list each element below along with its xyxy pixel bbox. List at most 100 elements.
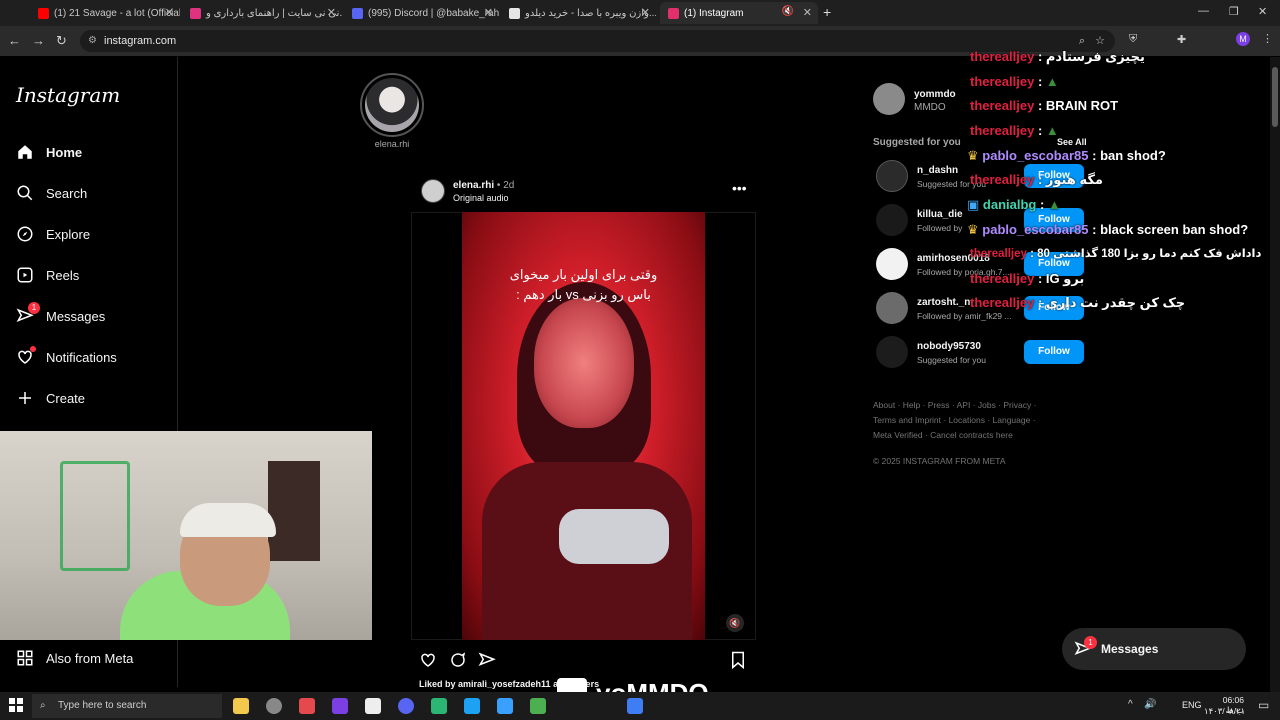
my-username[interactable]: yommdo [914,89,956,100]
nav-explore[interactable]: Explore [16,225,90,243]
post-username[interactable]: elena.rhi • 2d [453,180,514,191]
url-input[interactable]: ⚙ instagram.com ⌕ ☆ [80,30,1115,52]
suggestion-avatar[interactable] [876,204,908,236]
messages-pill[interactable]: 1 Messages [1062,628,1246,670]
app-icon[interactable] [464,698,480,714]
suggestion-username[interactable]: zartosht._n [917,297,970,308]
post-username-text: elena.rhi [453,180,495,191]
extensions-puzzle-icon[interactable]: ✚ [1177,33,1186,46]
post-author-avatar[interactable] [421,179,445,203]
nav-notifications[interactable]: Notifications [16,346,117,366]
share-icon[interactable] [478,651,496,674]
extension-icon[interactable]: ⛨ [1129,33,1137,46]
my-avatar[interactable] [873,83,905,115]
notepad-icon[interactable] [365,698,381,714]
story-avatar[interactable] [360,73,424,137]
nav-search[interactable]: Search [16,184,87,202]
close-icon[interactable]: ✕ [641,6,650,19]
nav-also-from-meta[interactable]: Also from Meta [16,649,133,667]
volume-icon[interactable]: 🔊 [1144,699,1156,710]
close-icon[interactable]: ✕ [803,6,812,19]
tab-discord[interactable]: (995) Discord | @babake_rahn... ✕ [344,2,499,24]
notification-center-icon[interactable]: ▭ [1258,698,1269,712]
back-icon[interactable]: ← [8,33,21,48]
save-bookmark-icon[interactable] [730,651,746,674]
menu-kebab-icon[interactable]: ⋮ [1262,32,1273,45]
nav-home[interactable]: Home [16,143,82,161]
search-placeholder: Type here to search [58,700,147,711]
footer-links-2[interactable]: Terms and Imprint · Locations · Language… [873,415,1036,425]
footer-links-1[interactable]: About · Help · Press · API · Jobs · Priv… [873,400,1036,410]
suggestion-avatar[interactable] [876,160,908,192]
close-icon[interactable]: ✕ [165,6,174,19]
nav-create[interactable]: Create [16,389,85,407]
tab-shop[interactable]: وازن ویبره با صدا - خرید دیلدو... ✕ [501,2,656,24]
chat-message: therealljey : مگه هنوز [970,172,1103,188]
close-icon[interactable]: ✕ [327,6,336,19]
post-audio[interactable]: Original audio [453,193,509,203]
ninisite-icon [190,7,201,19]
scrollbar-thumb[interactable] [1272,67,1278,127]
forward-icon[interactable]: → [32,33,45,48]
more-options-icon[interactable]: ••• [732,180,747,196]
chat-text: : [1037,74,1043,89]
mute-video-icon[interactable]: 🔇 [726,614,744,632]
suggestion-username[interactable]: killua_die [917,209,963,220]
clock-date[interactable]: ۱۴۰۳/۰۸/۲۱ [1204,706,1245,717]
suggestion-username[interactable]: n_dashn [917,165,958,176]
app-icon[interactable] [299,698,315,714]
taskbar-search-input[interactable]: ⌕ Type here to search [32,694,222,718]
instagram-logo[interactable]: Instagram [16,83,120,107]
chat-text: : ban shod? [1092,148,1166,163]
nav-label: Reels [46,267,80,283]
reload-icon[interactable]: ↻ [56,33,67,49]
profile-avatar[interactable]: M [1236,32,1250,46]
wardrobe [268,461,320,561]
story-username: elena.rhi [374,139,410,149]
site-info-icon[interactable]: ⚙ [88,30,97,52]
follow-button[interactable]: Follow [1024,340,1084,364]
discord-icon[interactable] [398,698,414,714]
reel-video[interactable]: وقتی برای اولین بار میخوای باس رو بزنی v… [462,212,705,640]
file-explorer-icon[interactable] [233,698,249,714]
shop-icon [509,7,520,19]
chat-text: : [1040,197,1045,212]
chat-message: therealljey : BRAIN ROT [970,98,1118,113]
nav-reels[interactable]: Reels [16,266,79,284]
like-heart-icon[interactable] [419,651,437,674]
suggestion-avatar[interactable] [876,336,908,368]
app-icon[interactable] [627,698,643,714]
tab-instagram[interactable]: (1) Instagram 🔇 ✕ [660,2,818,24]
suggestion-username[interactable]: nobody95730 [917,341,981,352]
restore-icon[interactable]: ❐ [1229,5,1239,18]
language-indicator[interactable]: ENG [1182,700,1202,710]
page-scrollbar[interactable] [1270,57,1280,692]
close-icon[interactable]: ✕ [484,6,493,19]
comment-icon[interactable] [449,651,467,674]
chat-message: therealljey : چک کن چقدر نت داری [970,295,1185,311]
tray-chevron-icon[interactable]: ^ [1128,699,1133,710]
see-all-link[interactable]: See All [1057,137,1087,147]
nav-messages[interactable]: 1 Messages [16,302,105,325]
chat-message: therealljey : داداش فک کنم دما رو بزا 18… [970,246,1261,260]
suggestion-sub: Suggested for you [917,355,986,365]
new-tab-button[interactable]: + [823,4,831,20]
minimize-icon[interactable]: — [1198,5,1209,17]
chat-message: ▣ danialbg : ▲ [967,197,1061,213]
mute-icon[interactable]: 🔇 [782,6,794,17]
app-icon[interactable] [431,698,447,714]
app-icon[interactable] [332,698,348,714]
tab-ninisite[interactable]: نی نی سایت | راهنمای بارداری و... ✕ [182,2,342,24]
close-window-icon[interactable]: ✕ [1258,5,1267,18]
chat-user: therealljey [970,172,1035,187]
suggestion-avatar[interactable] [876,248,908,280]
telegram-icon[interactable] [497,698,513,714]
app-icon[interactable] [266,698,282,714]
app-icon[interactable] [530,698,546,714]
suggestion-avatar[interactable] [876,292,908,324]
tab-youtube[interactable]: (1) 21 Savage - a lot (Official Vi... ✕ [30,2,180,24]
chat-text: : داداش فک کنم دما رو بزا 180 گذاشتی 80 [1030,248,1262,260]
footer-links-3[interactable]: Meta Verified · Cancel contracts here [873,430,1013,440]
windows-start-icon[interactable] [9,698,23,717]
tab-label: وازن ویبره با صدا - خرید دیلدو... [525,7,656,19]
